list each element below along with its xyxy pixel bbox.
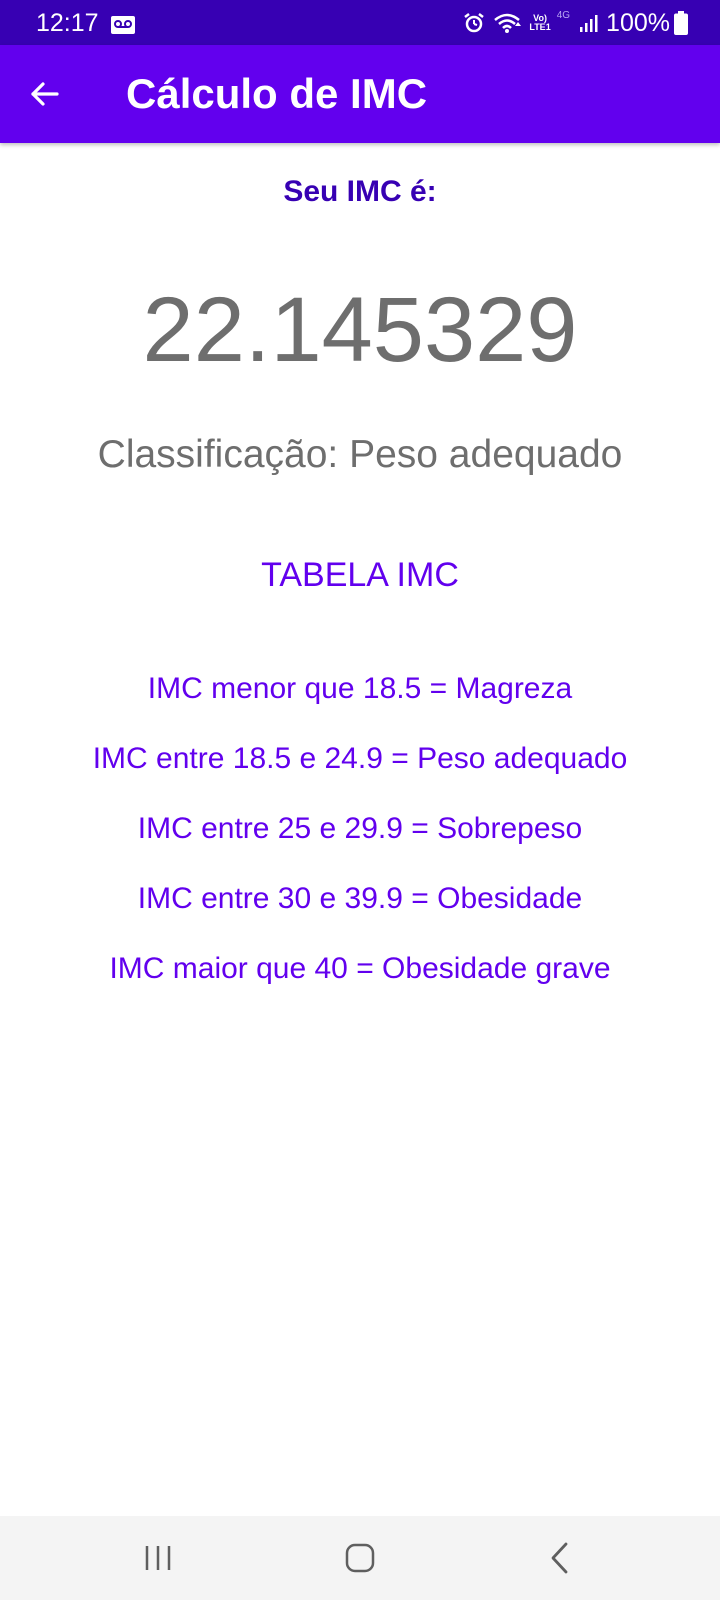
wifi-icon (494, 13, 522, 33)
recent-apps-icon (145, 1546, 171, 1570)
signal-icon (580, 15, 598, 32)
home-button[interactable] (338, 1538, 382, 1578)
back-button[interactable] (20, 69, 70, 119)
arrow-back-icon (31, 82, 59, 106)
classification-text: Classificação: Peso adequado (97, 433, 623, 476)
status-bar: 12:17 Vo) LTE1 4G 100% (0, 0, 720, 45)
navigation-bar (0, 1516, 720, 1600)
table-row: IMC entre 30 e 39.9 = Obesidade (137, 882, 583, 915)
imc-value: 22.145329 (142, 279, 578, 381)
table-row: IMC menor que 18.5 = Magreza (147, 672, 573, 705)
table-row: IMC maior que 40 = Obesidade grave (109, 952, 611, 985)
screen: 12:17 Vo) LTE1 4G 100% Cálculo de IMC Se… (0, 0, 720, 1600)
battery-icon (674, 11, 688, 35)
app-bar: Cálculo de IMC (0, 45, 720, 143)
table-row: IMC entre 25 e 29.9 = Sobrepeso (137, 812, 583, 845)
result-label: Seu IMC é: (283, 175, 437, 208)
battery-percent: 100% (606, 9, 670, 37)
table-title: TABELA IMC (261, 556, 459, 594)
back-icon (551, 1542, 568, 1574)
voicemail-icon (111, 16, 135, 34)
status-icons: Vo) LTE1 4G 100% (455, 8, 688, 38)
nav-back-button[interactable] (538, 1538, 582, 1578)
volte-icon: Vo) LTE1 (529, 14, 550, 32)
volte-bottom-label: LTE1 (529, 22, 551, 32)
status-time: 12:17 (36, 9, 99, 37)
recent-apps-button[interactable] (136, 1538, 180, 1578)
table-row: IMC entre 18.5 e 24.9 = Peso adequado (92, 742, 628, 775)
page-title: Cálculo de IMC (126, 70, 428, 117)
alarm-icon (464, 13, 485, 33)
home-icon (345, 1543, 375, 1573)
network-type-label: 4G (556, 10, 571, 21)
